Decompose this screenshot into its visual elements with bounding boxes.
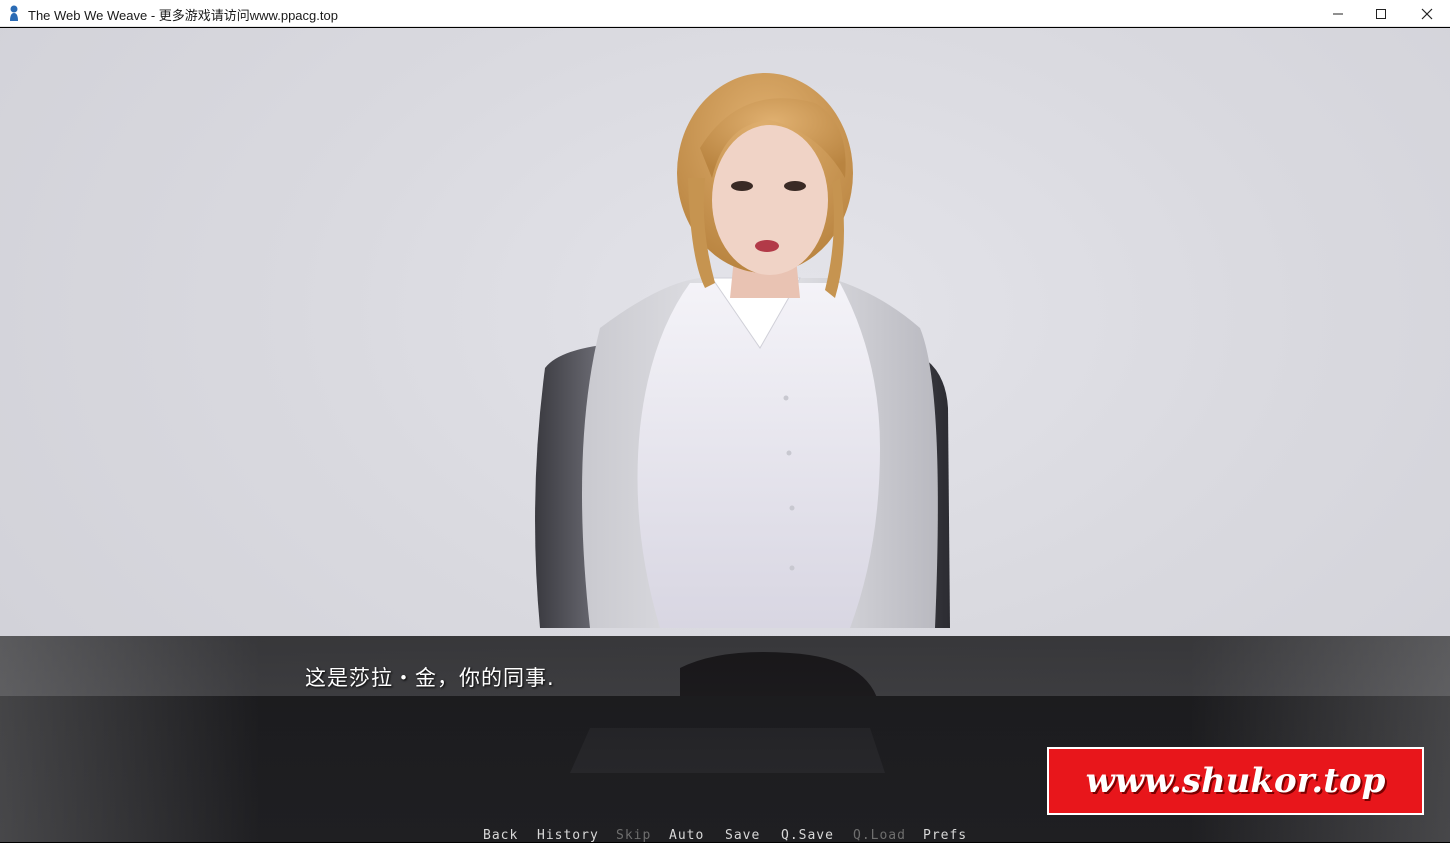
quick-menu-qload[interactable]: Q.Load	[853, 828, 906, 843]
close-button[interactable]	[1404, 0, 1450, 27]
quick-menu: Back History Skip Auto Save Q.Save Q.Loa…	[0, 828, 1450, 843]
maximize-button[interactable]	[1358, 0, 1404, 27]
maximize-icon	[1376, 8, 1386, 19]
watermark-banner: www.shukor.top	[1047, 747, 1424, 815]
quick-menu-back[interactable]: Back	[483, 828, 518, 843]
dialogue-text: 这是莎拉・金，你的同事.	[305, 666, 555, 690]
game-scene[interactable]	[0, 28, 1450, 842]
quick-menu-save[interactable]: Save	[725, 828, 760, 843]
quick-menu-qsave[interactable]: Q.Save	[781, 828, 834, 843]
window-titlebar: The Web We Weave - 更多游戏请访问www.ppacg.top	[0, 0, 1450, 27]
app-icon	[10, 5, 18, 21]
quick-menu-prefs[interactable]: Prefs	[923, 828, 967, 843]
window-title: The Web We Weave - 更多游戏请访问www.ppacg.top	[28, 8, 338, 23]
quick-menu-skip[interactable]: Skip	[616, 828, 651, 843]
close-icon	[1421, 8, 1433, 19]
quick-menu-history[interactable]: History	[537, 828, 599, 843]
minimize-button[interactable]	[1315, 0, 1361, 27]
watermark-text: www.shukor.top	[1085, 761, 1386, 801]
quick-menu-auto[interactable]: Auto	[669, 828, 704, 843]
minimize-icon	[1333, 13, 1343, 14]
